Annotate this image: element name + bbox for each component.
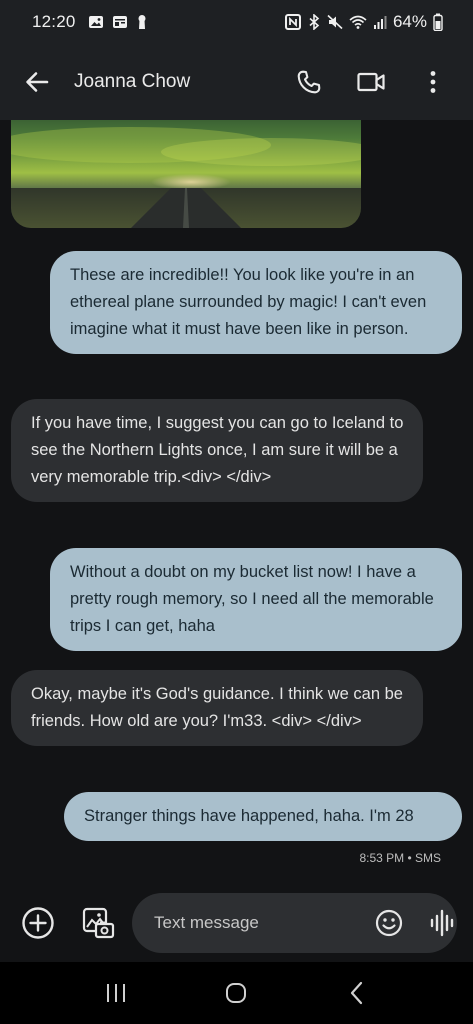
status-bar: 12:20 64% bbox=[0, 0, 473, 44]
recent-apps-icon bbox=[107, 984, 126, 1002]
emoji-button[interactable] bbox=[375, 907, 403, 939]
aurora-photo bbox=[11, 120, 361, 228]
gallery-button[interactable] bbox=[80, 903, 116, 943]
voice-message-button[interactable] bbox=[429, 907, 455, 939]
conversation-area[interactable]: These are incredible!! You look like you… bbox=[0, 120, 473, 884]
app-bar: Joanna Chow bbox=[0, 44, 473, 120]
contact-name[interactable]: Joanna Chow bbox=[74, 71, 190, 93]
gallery-icon bbox=[82, 907, 115, 939]
message-timestamp: 8:53 PM • SMS bbox=[359, 851, 441, 865]
status-time: 12:20 bbox=[32, 12, 76, 31]
nfc-icon bbox=[284, 14, 301, 30]
voice-icon bbox=[430, 909, 454, 937]
home-button[interactable] bbox=[216, 973, 256, 1013]
message-bubble-outgoing[interactable]: Without a doubt on my bucket list now! I… bbox=[50, 548, 462, 651]
back-chevron-icon bbox=[350, 981, 362, 1005]
message-bubble-outgoing[interactable]: Stranger things have happened, haha. I'm… bbox=[64, 792, 462, 841]
video-call-button[interactable] bbox=[351, 62, 391, 102]
message-bubble-incoming[interactable]: If you have time, I suggest you can go t… bbox=[11, 399, 423, 502]
message-bubble-incoming[interactable]: Okay, maybe it's God's guidance. I think… bbox=[11, 670, 423, 746]
app-actions bbox=[289, 62, 453, 102]
call-button[interactable] bbox=[289, 62, 329, 102]
home-icon bbox=[226, 983, 247, 1003]
back-arrow-icon bbox=[26, 72, 49, 92]
wifi-icon bbox=[349, 14, 367, 30]
battery-icon bbox=[433, 13, 443, 31]
more-vert-icon bbox=[430, 71, 436, 93]
text-message-field[interactable] bbox=[132, 893, 457, 953]
more-options-button[interactable] bbox=[413, 62, 453, 102]
add-attachment-button[interactable] bbox=[20, 903, 56, 943]
photo-message[interactable] bbox=[11, 120, 361, 228]
keyhole-icon bbox=[136, 14, 148, 30]
back-nav-button[interactable] bbox=[337, 973, 377, 1013]
battery-percent: 64% bbox=[392, 12, 427, 31]
mute-icon bbox=[327, 14, 343, 30]
bluetooth-icon bbox=[307, 14, 321, 30]
signal-icon bbox=[373, 14, 387, 30]
image-icon bbox=[88, 14, 104, 30]
text-message-input[interactable] bbox=[154, 913, 375, 933]
message-composer bbox=[0, 884, 473, 962]
add-icon bbox=[22, 907, 54, 939]
back-button[interactable] bbox=[20, 65, 54, 99]
video-call-icon bbox=[357, 72, 385, 92]
calendar-icon bbox=[112, 14, 128, 30]
phone-icon bbox=[297, 70, 321, 94]
status-right: 64% bbox=[284, 12, 443, 32]
status-left: 12:20 bbox=[32, 12, 148, 32]
emoji-icon bbox=[375, 909, 403, 937]
message-bubble-outgoing[interactable]: These are incredible!! You look like you… bbox=[50, 251, 462, 354]
recent-apps-button[interactable] bbox=[96, 973, 136, 1013]
system-nav-bar bbox=[0, 962, 473, 1024]
